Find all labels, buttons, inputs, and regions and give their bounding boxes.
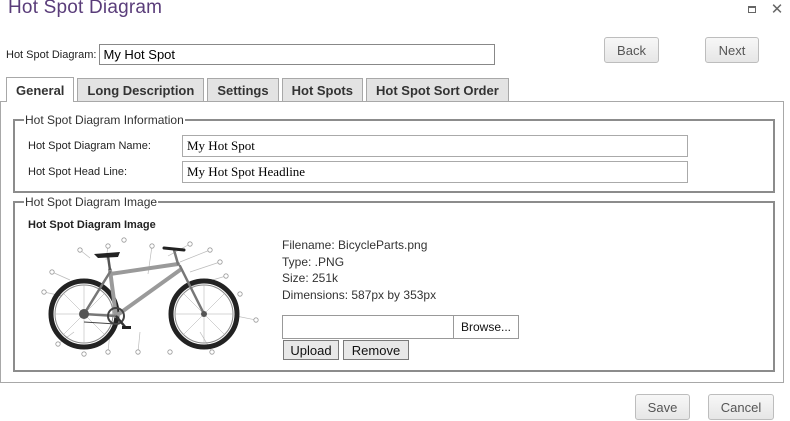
info-name-label: Hot Spot Diagram Name: [28,140,151,152]
headline-input[interactable] [182,161,688,183]
image-size: Size: 251k [282,271,339,285]
remove-button[interactable]: Remove [343,340,409,360]
upload-button[interactable]: Upload [283,340,339,360]
window-title: Hot Spot Diagram [8,0,163,18]
diagram-name-row: Hot Spot Diagram: [6,44,496,65]
tab-settings[interactable]: Settings [207,78,279,101]
cancel-button[interactable]: Cancel [708,394,774,420]
info-name-input[interactable] [182,135,688,157]
maximize-icon[interactable] [745,2,759,16]
image-heading: Hot Spot Diagram Image [28,219,156,231]
file-picker: Browse... [282,315,519,339]
tab-bar: General Long Description Settings Hot Sp… [6,77,512,102]
image-metadata: Filename: BicycleParts.png Type: .PNG Si… [282,237,436,303]
tab-hot-spots[interactable]: Hot Spots [281,78,363,101]
bicycle-parts-diagram-icon [41,237,259,357]
tab-long-description[interactable]: Long Description [77,78,205,101]
browse-button[interactable]: Browse... [453,316,518,338]
next-button[interactable]: Next [705,37,759,63]
close-icon[interactable]: ✕ [770,1,784,18]
file-path-input[interactable] [283,316,453,338]
save-button[interactable]: Save [635,394,690,420]
diagram-name-label: Hot Spot Diagram: [6,48,97,61]
back-button[interactable]: Back [604,37,659,63]
image-filename: Filename: BicycleParts.png [282,238,428,252]
tab-general[interactable]: General [6,77,75,102]
image-dimensions: Dimensions: 587px by 353px [282,287,437,302]
diagram-information-legend: Hot Spot Diagram Information [25,113,184,127]
diagram-name-input[interactable] [99,44,496,65]
tab-hot-spot-sort-order[interactable]: Hot Spot Sort Order [366,78,509,101]
diagram-image-legend: Hot Spot Diagram Image [25,195,158,209]
image-type: Type: .PNG [282,254,345,269]
headline-label: Hot Spot Head Line: [28,166,128,178]
